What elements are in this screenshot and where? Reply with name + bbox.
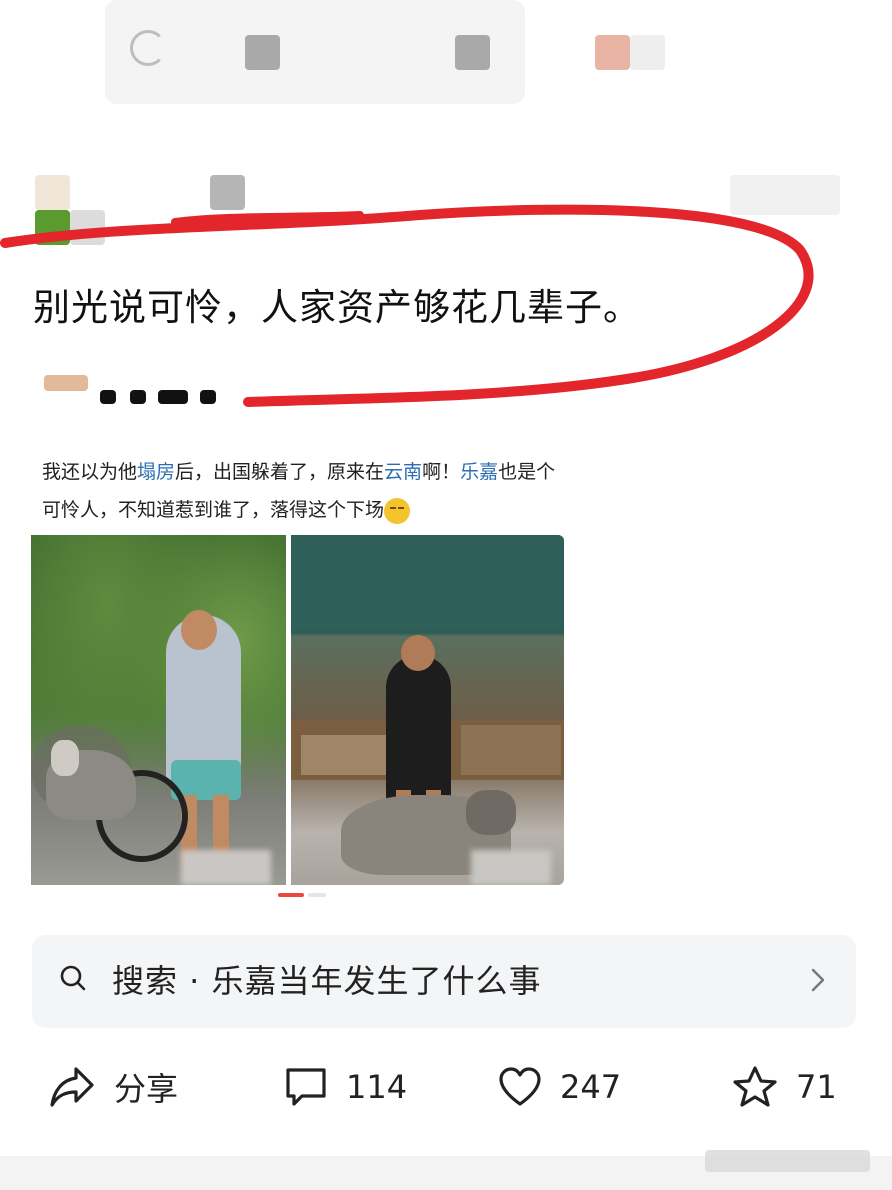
- topic-link-lejia[interactable]: 乐嘉: [460, 461, 498, 483]
- share-label: 分享: [114, 1070, 179, 1108]
- topic-link-collapse[interactable]: 塌房: [137, 461, 175, 483]
- chevron-right-icon[interactable]: [808, 966, 828, 994]
- share-button[interactable]: 分享: [48, 1062, 178, 1112]
- smirk-emoji-icon: [384, 497, 411, 524]
- quote-seg-2: 后，出国躲着了，原来在: [175, 461, 385, 483]
- heart-icon: [499, 1067, 541, 1106]
- search-suggestion-text[interactable]: 搜索 · 乐嘉当年发生了什么事: [112, 958, 542, 1004]
- share-icon: [50, 1067, 94, 1107]
- search-icon: [60, 965, 86, 991]
- favorite-button[interactable]: 71: [732, 1062, 837, 1112]
- red-annotation-circle: [0, 204, 814, 407]
- like-button[interactable]: 247: [498, 1062, 621, 1112]
- comment-count: 114: [346, 1068, 408, 1106]
- comment-button[interactable]: 114: [284, 1062, 407, 1112]
- post-image-2[interactable]: [291, 535, 564, 885]
- comment-icon: [286, 1068, 326, 1106]
- carousel-indicator: [308, 893, 326, 897]
- blurred-watermark: [705, 1150, 870, 1172]
- topic-link-yunnan[interactable]: 云南: [384, 461, 422, 483]
- quote-seg-4: 啊！: [422, 461, 461, 483]
- post-image-1[interactable]: [31, 535, 286, 885]
- favorite-count: 71: [796, 1068, 837, 1106]
- star-icon: [733, 1066, 777, 1107]
- quote-seg-0: 我还以为他: [42, 461, 138, 483]
- like-count: 247: [560, 1068, 622, 1106]
- carousel-indicator-active: [278, 893, 304, 897]
- quoted-post-text: 我还以为他塌房后，出国躲着了，原来在云南啊！乐嘉也是个可怜人，不知道惹到谁了，落…: [42, 453, 562, 529]
